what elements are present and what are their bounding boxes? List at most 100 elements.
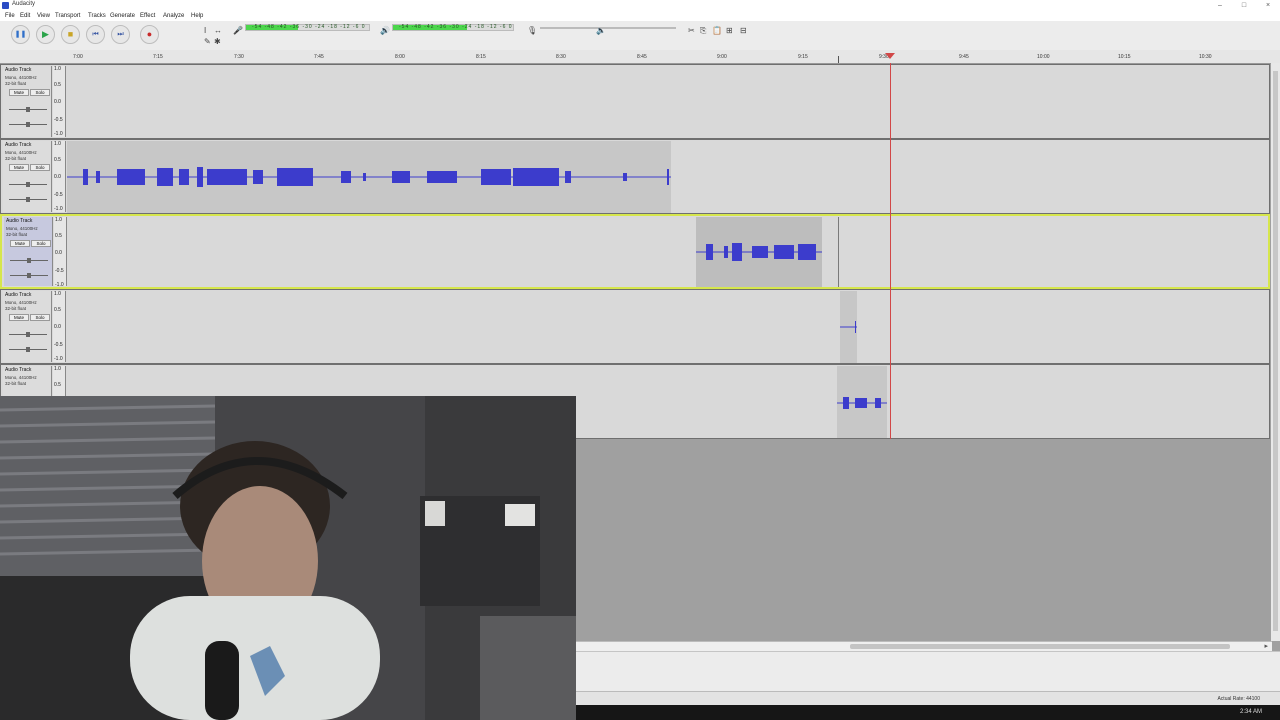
- menu-generate[interactable]: Generate: [110, 13, 135, 19]
- ruler-tick: 10:15: [1118, 54, 1131, 60]
- playhead-marker-icon[interactable]: [885, 53, 895, 59]
- record-icon: ●: [146, 29, 153, 39]
- menu-view[interactable]: View: [37, 13, 50, 19]
- audio-clip[interactable]: [696, 217, 822, 287]
- solo-button[interactable]: Solo: [30, 164, 50, 171]
- ruler-tick: 8:00: [395, 54, 405, 60]
- audio-clip[interactable]: [840, 291, 857, 363]
- solo-button[interactable]: Solo: [30, 89, 50, 96]
- track-name-menu[interactable]: Audio Track: [5, 67, 31, 73]
- mute-button[interactable]: Mute: [9, 164, 29, 171]
- close-button[interactable]: ×: [1256, 0, 1280, 11]
- toolbar: ❚❚ ▶ ■ ⏮ ⏭ ● I ↔ ✎ ✱ 🎤 -54 -48 -42 -36 -…: [0, 21, 1280, 51]
- skip-to-end-button[interactable]: ⏭: [111, 25, 130, 44]
- trim-icon[interactable]: ⊞: [726, 26, 733, 35]
- minimize-button[interactable]: –: [1208, 0, 1232, 11]
- audio-track-2[interactable]: Audio Track Mono, 44100Hz 32-bit float Mu…: [0, 139, 1270, 214]
- mute-button[interactable]: Mute: [10, 240, 30, 247]
- envelope-tool-icon[interactable]: ↔: [214, 26, 222, 35]
- pan-slider[interactable]: [10, 273, 48, 278]
- pan-slider[interactable]: [9, 347, 47, 352]
- track-control-panel[interactable]: Audio Track Mono, 44100Hz 32-bit float Mu…: [3, 141, 52, 212]
- ruler-tick: 7:30: [234, 54, 244, 60]
- track-control-panel[interactable]: Audio Track Mono, 44100Hz 32-bit float Mu…: [3, 291, 52, 362]
- gain-slider[interactable]: [9, 107, 47, 112]
- mic-volume-slider[interactable]: [540, 27, 618, 29]
- silence-icon[interactable]: ⊟: [740, 26, 747, 35]
- play-button[interactable]: ▶: [36, 25, 55, 44]
- audio-track-4[interactable]: Audio Track Mono, 44100Hz 32-bit float Mu…: [0, 289, 1270, 364]
- playback-meter[interactable]: -54 -48 -42 -36 -30 -24 -18 -12 -6 0: [392, 24, 514, 31]
- track-control-panel[interactable]: Audio Track Mono, 44100Hz 32-bit float Mu…: [3, 66, 52, 137]
- track-name-menu[interactable]: Audio Track: [6, 218, 32, 224]
- timeline-ruler[interactable]: 7:00 7:15 7:30 7:45 8:00 8:15 8:30 8:45 …: [0, 50, 1280, 64]
- cursor-marker: [838, 56, 839, 63]
- ruler-tick: 10:00: [1037, 54, 1050, 60]
- menu-bar: File Edit View Transport Tracks Generate…: [0, 11, 1280, 21]
- play-volume-slider[interactable]: [608, 27, 676, 29]
- record-button[interactable]: ●: [140, 25, 159, 44]
- record-meter-scale: -54 -48 -42 -36 -30 -24 -18 -12 -6 0: [252, 24, 366, 30]
- menu-analyze[interactable]: Analyze: [163, 13, 184, 19]
- menu-edit[interactable]: Edit: [20, 13, 30, 19]
- maximize-button[interactable]: □: [1232, 0, 1256, 11]
- playhead-line: [890, 63, 891, 439]
- playback-meter-scale: -54 -48 -42 -36 -30 -24 -18 -12 -6 0: [399, 24, 513, 30]
- ruler-tick: 10:30: [1199, 54, 1212, 60]
- selection-tool-icon[interactable]: I: [204, 26, 206, 35]
- stop-button[interactable]: ■: [61, 25, 80, 44]
- ruler-tick: 8:45: [637, 54, 647, 60]
- audio-clip[interactable]: [837, 366, 887, 438]
- track-name-menu[interactable]: Audio Track: [5, 367, 31, 373]
- title-bar: Audacity – □ ×: [0, 0, 1280, 11]
- solo-button[interactable]: Solo: [31, 240, 51, 247]
- mute-button[interactable]: Mute: [9, 314, 29, 321]
- audio-track-3[interactable]: Audio Track Mono, 44100Hz 32-bit float Mu…: [0, 214, 1270, 289]
- multi-tool-icon[interactable]: ✱: [214, 37, 221, 46]
- paste-icon[interactable]: 📋: [712, 26, 722, 35]
- audio-clip[interactable]: [67, 141, 671, 213]
- copy-icon[interactable]: ⎘: [700, 26, 706, 36]
- cut-icon[interactable]: ✂: [688, 26, 695, 35]
- waveform: [837, 397, 887, 409]
- ruler-tick: 8:15: [476, 54, 486, 60]
- skip-start-icon: ⏮: [92, 31, 99, 38]
- menu-transport[interactable]: Transport: [55, 13, 80, 19]
- menu-file[interactable]: File: [5, 13, 15, 19]
- scroll-right-icon[interactable]: ▸: [1264, 642, 1268, 650]
- track-name-menu[interactable]: Audio Track: [5, 142, 31, 148]
- ruler-tick: 9:00: [717, 54, 727, 60]
- ruler-tick: 7:45: [314, 54, 324, 60]
- pan-slider[interactable]: [9, 197, 47, 202]
- speaker-icon: 🔊: [380, 26, 390, 35]
- solo-button[interactable]: Solo: [30, 314, 50, 321]
- vertical-scale: 1.0 0.5 0.0 -0.5 -1.0: [53, 141, 66, 212]
- draw-tool-icon[interactable]: ✎: [204, 37, 211, 46]
- gain-slider[interactable]: [9, 332, 47, 337]
- pan-slider[interactable]: [9, 122, 47, 127]
- gain-slider[interactable]: [10, 258, 48, 263]
- pause-button[interactable]: ❚❚: [11, 25, 30, 44]
- play-volume-icon: 🔈: [596, 26, 606, 35]
- skip-to-start-button[interactable]: ⏮: [86, 25, 105, 44]
- mic-volume-icon: 🎙: [527, 26, 538, 35]
- mute-button[interactable]: Mute: [9, 89, 29, 96]
- scroll-thumb[interactable]: [850, 644, 1230, 649]
- track-control-panel[interactable]: Audio Track Mono, 44100Hz 32-bit float Mu…: [4, 217, 53, 286]
- waveform: [67, 167, 671, 187]
- track-name-menu[interactable]: Audio Track: [5, 292, 31, 298]
- vertical-scrollbar[interactable]: [1271, 63, 1280, 641]
- track-info: Mono, 44100Hz 32-bit float: [5, 375, 37, 386]
- audio-track-1[interactable]: Audio Track Mono, 44100Hz 32-bit float Mu…: [0, 64, 1270, 139]
- menu-effect[interactable]: Effect: [140, 13, 155, 19]
- play-icon: ▶: [42, 29, 49, 39]
- menu-help[interactable]: Help: [191, 13, 203, 19]
- vertical-scale: 1.0 0.5 0.0 -0.5 -1.0: [53, 291, 66, 362]
- gain-slider[interactable]: [9, 182, 47, 187]
- menu-tracks[interactable]: Tracks: [88, 13, 106, 19]
- record-meter[interactable]: -54 -48 -42 -36 -30 -24 -18 -12 -6 0: [245, 24, 370, 31]
- ruler-tick: 8:30: [556, 54, 566, 60]
- selection-toolbar: [576, 651, 1280, 692]
- actual-rate: Actual Rate: 44100: [1217, 696, 1260, 702]
- track-info: Mono, 44100Hz 32-bit float: [5, 300, 37, 311]
